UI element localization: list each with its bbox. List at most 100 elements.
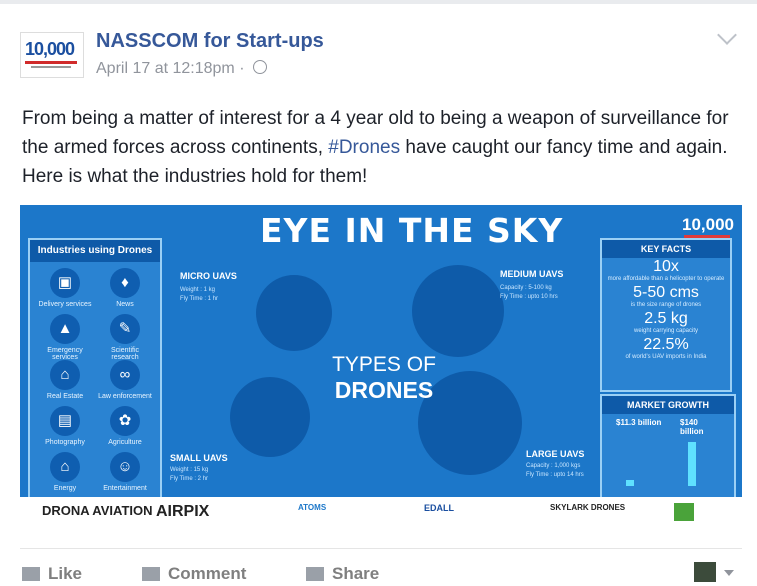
- siren-icon: ▲: [50, 314, 80, 344]
- factory-icon: ⌂: [50, 452, 80, 482]
- industry-item: ▲ Emergency services: [38, 314, 92, 361]
- types-line1: TYPES OF: [332, 353, 436, 376]
- industry-label: Scientific research: [110, 347, 139, 361]
- partner-logo: DRONA AVIATION: [42, 503, 153, 518]
- micro-uav-weight: Weight : 1 kg: [180, 287, 215, 293]
- small-uav-weight: Weight : 15 kg: [170, 467, 209, 473]
- fact-item: 22.5% of world's UAV imports in India: [602, 336, 730, 360]
- share-arrow-icon: [306, 567, 324, 581]
- box-icon: ▣: [50, 268, 80, 298]
- partner-logo: ATOMS: [298, 503, 327, 512]
- industry-label: Real Estate: [46, 393, 84, 400]
- medium-uav-capacity: Capacity : 5-100 kg: [500, 285, 552, 291]
- industry-item: ∞ Law enforcement: [98, 360, 152, 400]
- key-facts-title: KEY FACTS: [602, 240, 730, 258]
- crane-icon: ⌂: [50, 360, 80, 390]
- post-author[interactable]: NASSCOM for Start-ups: [96, 30, 324, 53]
- market-value-2: $140 billion: [680, 418, 704, 436]
- small-uav-label: SMALL UAVS: [170, 453, 228, 463]
- comment-button[interactable]: Comment: [142, 564, 246, 584]
- wheat-icon: ✿: [110, 406, 140, 436]
- fact-value: 22.5%: [643, 336, 689, 353]
- partner-logo: EDALL: [424, 503, 454, 513]
- industries-title: Industries using Drones: [30, 240, 160, 262]
- post-text: From being a matter of interest for a 4 …: [22, 104, 742, 191]
- film-icon: ▤: [50, 406, 80, 436]
- robot-icon: ☺: [110, 452, 140, 482]
- market-bar-1: [626, 480, 634, 486]
- comment-label: Comment: [168, 564, 247, 583]
- fact-item: 2.5 kg weight carrying capacity: [602, 310, 730, 334]
- industry-label: Delivery services: [38, 301, 92, 308]
- fact-caption: of world's UAV imports in India: [625, 354, 707, 360]
- industry-label: Law enforcement: [98, 393, 152, 400]
- industry-item: ✎ Scientific research: [98, 314, 152, 361]
- globe-icon: [252, 60, 267, 74]
- thumbs-up-icon: [22, 567, 40, 581]
- medium-uav-flytime: Fly Time : upto 10 hrs: [500, 294, 558, 300]
- micro-uav-label: MICRO UAVS: [180, 271, 237, 281]
- market-value-1: $11.3 billion: [616, 418, 662, 427]
- fact-value: 10x: [653, 258, 679, 275]
- fact-caption: weight carrying capacity: [633, 328, 699, 334]
- infographic-title: EYE IN THE SKY: [260, 211, 564, 250]
- market-growth-title: MARKET GROWTH: [602, 396, 734, 414]
- industry-item: ♦ News: [98, 268, 152, 308]
- industry-item: ▤ Photography: [38, 406, 92, 446]
- avatar-underline: [25, 61, 77, 64]
- caret-down-icon[interactable]: [724, 570, 734, 576]
- large-uav-flytime: Fly Time : upto 14 hrs: [526, 472, 584, 478]
- large-uav-label: LARGE UAVS: [526, 449, 585, 459]
- post-image[interactable]: EYE IN THE SKY 10,000 Industries using D…: [20, 205, 742, 527]
- avatar-text: 10,000: [25, 39, 75, 59]
- fact-value: 2.5 kg: [644, 310, 688, 327]
- like-button[interactable]: Like: [22, 564, 82, 584]
- fact-value: 5-50 cms: [633, 284, 699, 301]
- partner-logo: SKYLARK DRONES: [550, 503, 626, 512]
- industry-item: ☺ Entertainment: [98, 452, 152, 492]
- partner-logos-strip: DRONA AVIATION AIRPIX ATOMS EDALL SKYLAR…: [20, 497, 742, 527]
- infographic-logo: 10,000: [682, 215, 734, 234]
- industry-item: ⌂ Real Estate: [38, 360, 92, 400]
- post-actions: Like Comment Share: [0, 556, 757, 586]
- share-button[interactable]: Share: [306, 564, 379, 584]
- industry-label: Entertainment: [103, 485, 147, 492]
- fact-caption: is the size range of drones: [630, 302, 702, 308]
- industry-label: Agriculture: [108, 439, 142, 446]
- microscope-icon: ✎: [110, 314, 140, 344]
- large-uav-capacity: Capacity : 1,000 kgs: [526, 463, 581, 469]
- small-uav-flytime: Fly Time : 2 hr: [170, 476, 209, 482]
- micro-uav-flytime: Fly Time : 1 hr: [180, 296, 219, 302]
- page-avatar[interactable]: 10,000: [20, 32, 84, 78]
- industry-label: Energy: [53, 485, 77, 492]
- hashtag-link[interactable]: #Drones: [328, 137, 400, 158]
- avatar-subline: [31, 66, 71, 68]
- market-growth-box: MARKET GROWTH $11.3 billion $140 billion: [600, 394, 736, 500]
- types-of-drones: TYPES OF DRONES: [314, 353, 454, 404]
- mic-icon: ♦: [110, 268, 140, 298]
- industry-label: News: [116, 301, 134, 308]
- micro-drone-circle: [256, 275, 332, 351]
- comment-icon: [142, 567, 160, 581]
- share-label: Share: [332, 564, 380, 583]
- separator-dot: ·: [239, 60, 249, 77]
- industry-item: ▣ Delivery services: [38, 268, 92, 308]
- post-timestamp[interactable]: April 17 at 12:18pm: [96, 60, 235, 77]
- industry-label: Photography: [45, 439, 85, 446]
- handcuffs-icon: ∞: [110, 360, 140, 390]
- medium-uav-label: MEDIUM UAVS: [500, 269, 564, 279]
- industry-item: ✿ Agriculture: [98, 406, 152, 446]
- page-selector-avatar[interactable]: [694, 562, 716, 582]
- fact-item: 5-50 cms is the size range of drones: [602, 284, 730, 308]
- actions-divider: [20, 548, 742, 549]
- partner-logo: [674, 503, 694, 521]
- fact-caption: more affordable than a helicopter to ope…: [607, 276, 725, 282]
- industry-item: ⌂ Energy: [38, 452, 92, 492]
- small-drone-circle: [230, 377, 310, 457]
- key-facts-box: KEY FACTS 10x more affordable than a heli…: [600, 238, 732, 392]
- medium-drone-circle: [412, 265, 504, 357]
- partner-logo: AIRPIX: [156, 503, 210, 520]
- market-bar-2: [688, 442, 696, 486]
- types-line2: DRONES: [334, 377, 434, 403]
- facts-panel: KEY FACTS 10x more affordable than a heli…: [600, 238, 736, 500]
